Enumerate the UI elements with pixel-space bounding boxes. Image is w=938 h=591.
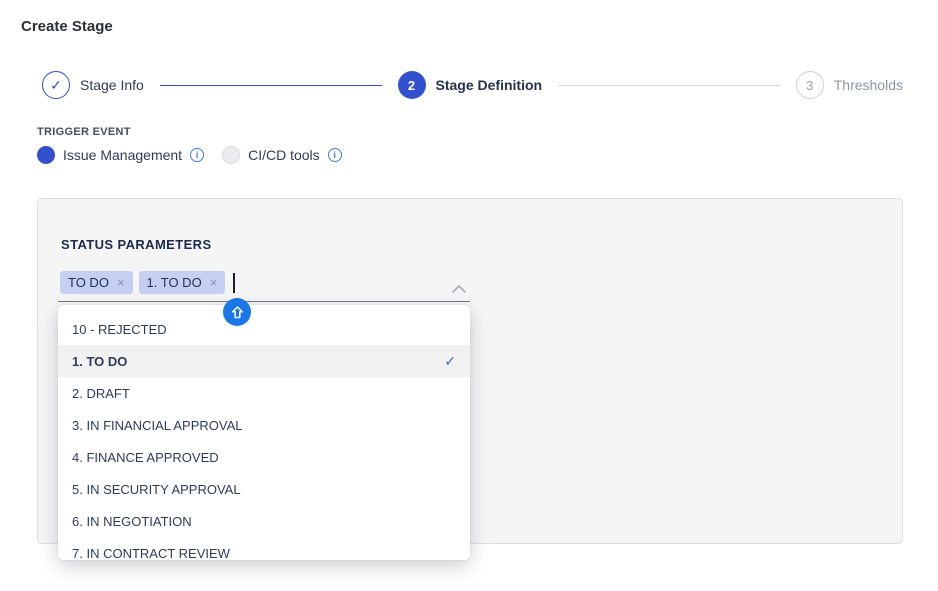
dropdown-option-label: 7. IN CONTRACT REVIEW	[72, 546, 230, 561]
info-icon[interactable]: i	[190, 148, 204, 162]
click-indicator-badge	[223, 298, 251, 326]
dropdown-option[interactable]: 4. FINANCE APPROVED ✓	[58, 441, 470, 473]
tag-label: TO DO	[68, 275, 109, 290]
step-label: Stage Definition	[436, 77, 543, 93]
step-stage-info[interactable]: ✓ Stage Info	[42, 71, 144, 99]
dropdown-option-label: 10 - REJECTED	[72, 322, 167, 337]
radio-cicd-tools[interactable]: CI/CD tools i	[222, 146, 342, 164]
dropdown-option[interactable]: 3. IN FINANCIAL APPROVAL ✓	[58, 409, 470, 441]
dropdown-option[interactable]: 10 - REJECTED ✓	[58, 313, 470, 345]
dropdown-option[interactable]: 5. IN SECURITY APPROVAL ✓	[58, 473, 470, 505]
dropdown-option-label: 5. IN SECURITY APPROVAL	[72, 482, 241, 497]
status-dropdown-list: 10 - REJECTED ✓ 1. TO DO ✓ 2. DRAFT ✓ 3.…	[58, 305, 470, 560]
dropdown-option[interactable]: 7. IN CONTRACT REVIEW ✓	[58, 537, 470, 560]
dropdown-option[interactable]: 6. IN NEGOTIATION ✓	[58, 505, 470, 537]
dropdown-option-label: 1. TO DO	[72, 354, 127, 369]
selected-tag[interactable]: TO DO ×	[60, 271, 133, 294]
radio-dot-icon[interactable]	[222, 146, 240, 164]
trigger-event-label: TRIGGER EVENT	[37, 126, 131, 138]
step-number: 2	[398, 71, 426, 99]
step-number: 3	[796, 71, 824, 99]
step-label: Thresholds	[834, 77, 903, 93]
step-check-icon: ✓	[42, 71, 70, 99]
cursor-arrow-icon	[230, 305, 245, 320]
stepper-connector-todo	[558, 85, 780, 86]
tag-label: 1. TO DO	[147, 275, 202, 290]
radio-dot-icon[interactable]	[37, 146, 55, 164]
selected-tag[interactable]: 1. TO DO ×	[139, 271, 226, 294]
selected-check-icon: ✓	[444, 353, 456, 370]
step-thresholds[interactable]: 3 Thresholds	[796, 71, 903, 99]
radio-label: CI/CD tools	[248, 147, 320, 163]
stepper-connector-done	[160, 85, 382, 86]
wizard-stepper: ✓ Stage Info 2 Stage Definition 3 Thresh…	[42, 71, 903, 99]
radio-issue-management[interactable]: Issue Management i	[37, 146, 204, 164]
trigger-event-radio-group: Issue Management i CI/CD tools i	[37, 146, 342, 164]
step-stage-definition[interactable]: 2 Stage Definition	[398, 71, 543, 99]
step-label: Stage Info	[80, 77, 144, 93]
page-title: Create Stage	[21, 18, 113, 35]
dropdown-option-label: 4. FINANCE APPROVED	[72, 450, 219, 465]
dropdown-option-label: 6. IN NEGOTIATION	[72, 514, 192, 529]
text-caret	[233, 273, 235, 293]
info-icon[interactable]: i	[328, 148, 342, 162]
chevron-up-icon[interactable]	[452, 280, 466, 298]
dropdown-option-label: 2. DRAFT	[72, 386, 130, 401]
create-stage-screen: Create Stage ✓ Stage Info 2 Stage Defini…	[0, 0, 938, 591]
status-parameters-heading: STATUS PARAMETERS	[61, 237, 212, 252]
dropdown-option-label: 3. IN FINANCIAL APPROVAL	[72, 418, 243, 433]
tag-remove-icon[interactable]: ×	[117, 276, 125, 289]
dropdown-option[interactable]: 2. DRAFT ✓	[58, 377, 470, 409]
status-multiselect-input[interactable]: TO DO × 1. TO DO ×	[58, 270, 470, 302]
radio-label: Issue Management	[63, 147, 182, 163]
tag-remove-icon[interactable]: ×	[210, 276, 218, 289]
dropdown-option[interactable]: 1. TO DO ✓	[58, 345, 470, 377]
